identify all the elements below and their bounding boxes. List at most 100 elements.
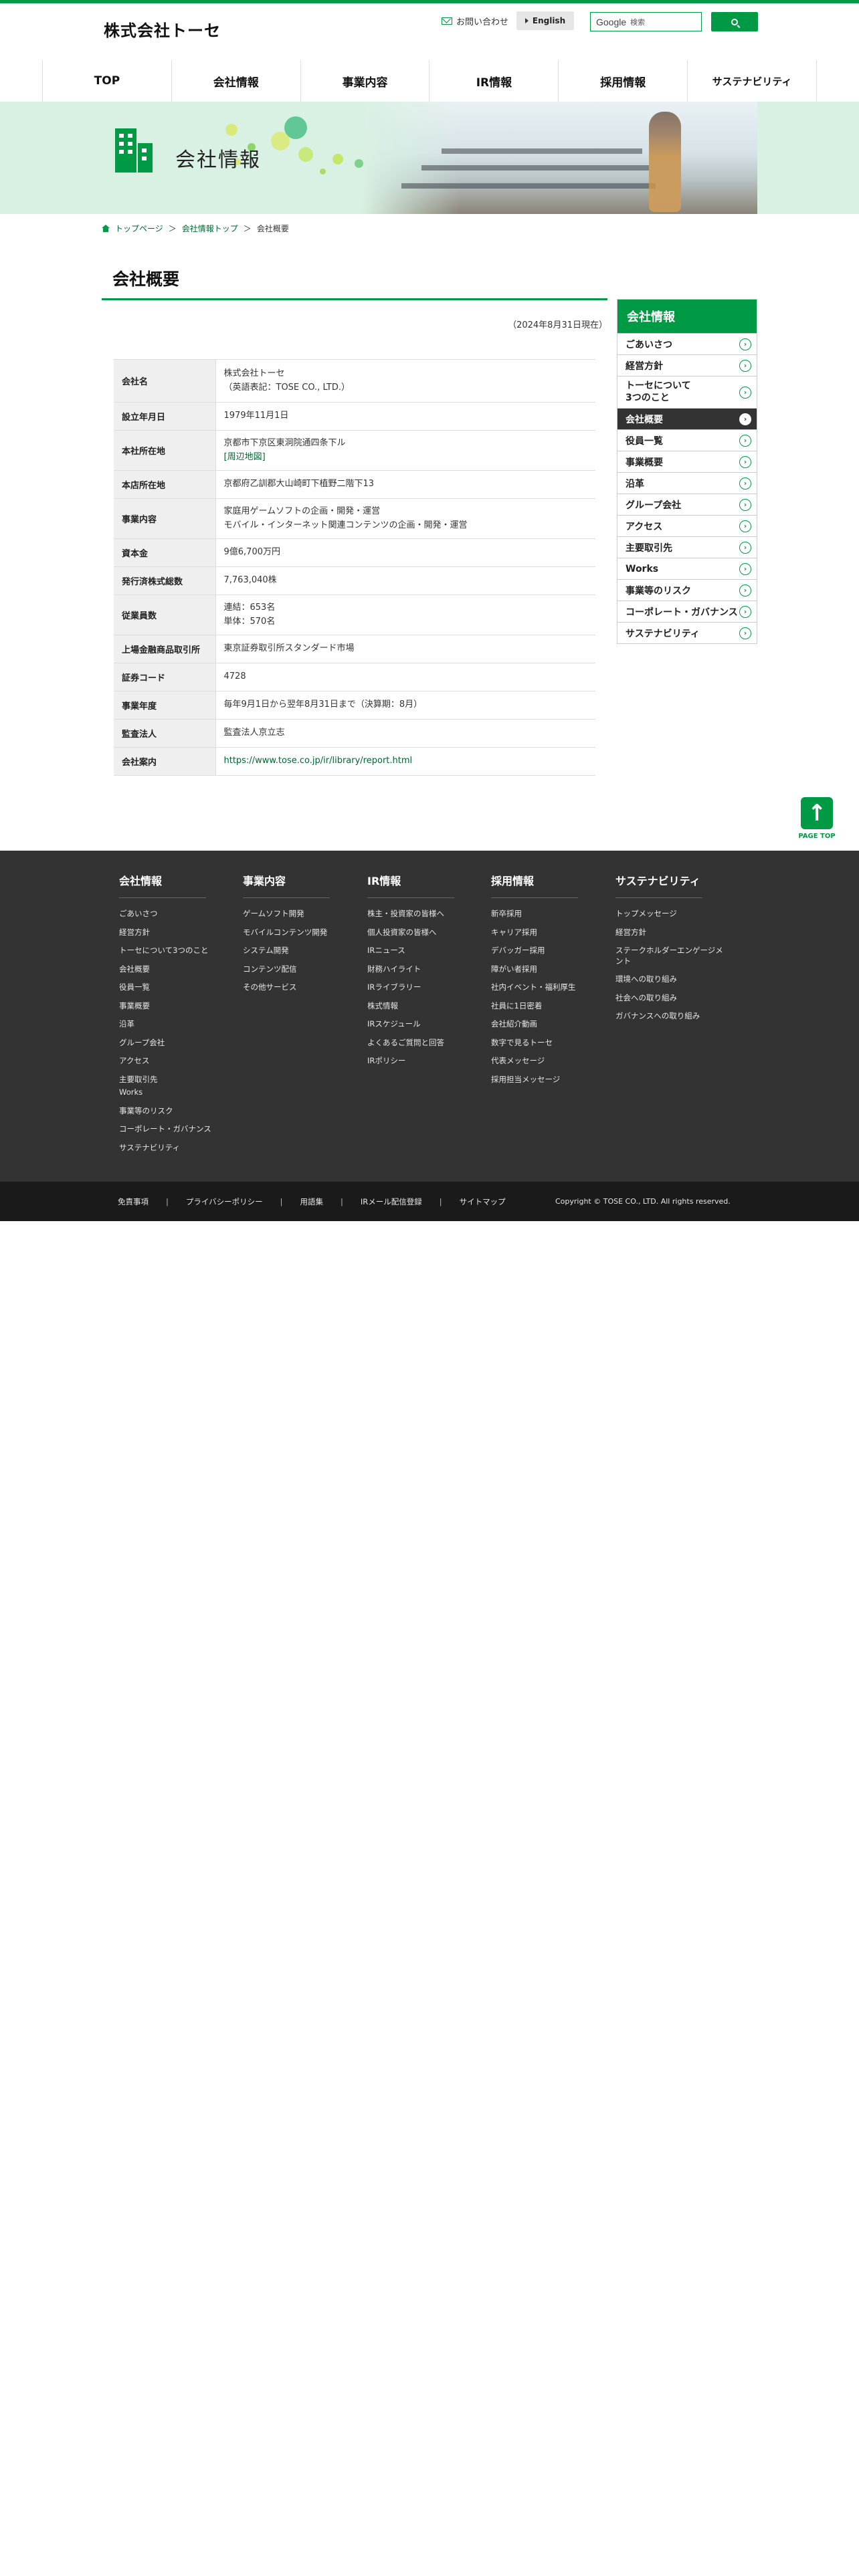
row-label: 事業内容 xyxy=(114,498,216,539)
side-nav-item[interactable]: 役員一覧 › xyxy=(617,429,757,451)
side-nav-item[interactable]: ごあいさつ › xyxy=(617,333,757,354)
side-nav-item[interactable]: 沿革 › xyxy=(617,472,757,494)
value-line: 家庭用ゲームソフトの企画・開発・運営 xyxy=(223,506,381,517)
side-nav-item[interactable]: 事業等のリスク › xyxy=(617,579,757,601)
footer-link[interactable]: トップメッセージ xyxy=(615,909,729,920)
table-row: 発行済株式総数 7,763,040株 xyxy=(114,566,595,595)
footer-bottom-link[interactable]: IRメール配信登録 xyxy=(361,1196,422,1207)
footer-column-title[interactable]: 会社情報 xyxy=(119,872,206,898)
row-link[interactable]: https://www.tose.co.jp/ir/library/report… xyxy=(224,754,588,768)
footer-link[interactable]: グループ会社 xyxy=(119,1038,233,1049)
page-top-button[interactable]: ↑ PAGE TOP xyxy=(798,797,836,844)
chevron-right-icon: › xyxy=(739,434,751,447)
side-nav-item[interactable]: グループ会社 › xyxy=(617,494,757,515)
side-nav-item-label: 会社概要 xyxy=(626,414,663,425)
side-nav-item[interactable]: 会社概要 › xyxy=(617,408,757,429)
side-nav-item[interactable]: コーポレート・ガバナンス › xyxy=(617,601,757,622)
footer-link[interactable]: 環境への取り組み xyxy=(615,974,729,985)
side-nav-item[interactable]: 経営方針 › xyxy=(617,354,757,376)
footer-link[interactable]: キャリア採用 xyxy=(491,928,605,938)
row-value: https://www.tose.co.jp/ir/library/report… xyxy=(215,747,595,776)
footer-link[interactable]: システム開発 xyxy=(243,946,357,956)
gnav-business[interactable]: 事業内容 xyxy=(301,60,430,102)
footer-link[interactable]: よくあるご質問と回答 xyxy=(367,1038,481,1049)
footer-bottom-link[interactable]: サイトマップ xyxy=(460,1196,506,1207)
footer-link[interactable]: 代表メッセージ xyxy=(491,1056,605,1067)
footer-link[interactable]: 沿革 xyxy=(119,1019,233,1030)
side-nav-item[interactable]: 主要取引先 › xyxy=(617,536,757,558)
footer-link[interactable]: 主要取引先 xyxy=(119,1075,233,1085)
footer-link[interactable]: IRライブラリー xyxy=(367,982,481,993)
footer-link[interactable]: その他サービス xyxy=(243,982,357,993)
gnav-company[interactable]: 会社情報 xyxy=(172,60,301,102)
footer-link[interactable]: 事業概要 xyxy=(119,1001,233,1012)
table-row: 資本金 9億6,700万円 xyxy=(114,538,595,567)
gnav-recruit[interactable]: 採用情報 xyxy=(559,60,688,102)
footer-link[interactable]: 会社紹介動画 xyxy=(491,1019,605,1030)
footer-column-title[interactable]: IR情報 xyxy=(367,872,454,898)
footer-link[interactable]: 財務ハイライト xyxy=(367,964,481,975)
footer-column-title[interactable]: 事業内容 xyxy=(243,872,330,898)
footer-link[interactable]: IRニュース xyxy=(367,946,481,956)
footer-link[interactable]: モバイルコンテンツ開発 xyxy=(243,928,357,938)
footer-link[interactable]: 経営方針 xyxy=(615,928,729,938)
footer-link[interactable]: 会社概要 xyxy=(119,964,233,975)
gnav-ir[interactable]: IR情報 xyxy=(430,60,559,102)
side-nav-item-label: 主要取引先 xyxy=(626,542,672,554)
breadcrumb-parent[interactable]: 会社情報トップ xyxy=(182,223,238,234)
footer-link[interactable]: 社員に1日密着 xyxy=(491,1001,605,1012)
breadcrumb-home[interactable]: トップページ xyxy=(115,223,163,234)
chevron-right-icon: › xyxy=(739,477,751,490)
search-button[interactable] xyxy=(711,12,758,31)
footer-link[interactable]: 経営方針 xyxy=(119,928,233,938)
side-nav-item-label: グループ会社 xyxy=(626,500,682,511)
search-input[interactable]: Google 検索 xyxy=(590,12,702,31)
footer-link[interactable]: 株主・投資家の皆様へ xyxy=(367,909,481,920)
footer-link[interactable]: 役員一覧 xyxy=(119,982,233,993)
footer-link[interactable]: ごあいさつ xyxy=(119,909,233,920)
footer-link[interactable]: 障がい者採用 xyxy=(491,964,605,975)
english-button[interactable]: English xyxy=(516,11,574,30)
footer-link[interactable]: 採用担当メッセージ xyxy=(491,1075,605,1085)
row-link[interactable]: [周辺地図] xyxy=(224,451,588,464)
footer-link[interactable]: 社会への取り組み xyxy=(615,993,729,1004)
footer-link[interactable]: コーポレート・ガバナンス xyxy=(119,1124,233,1135)
company-logo[interactable]: 株式会社トーセ xyxy=(104,17,221,41)
footer-link[interactable]: 株式情報 xyxy=(367,1001,481,1012)
footer-link[interactable]: トーセについて3つのこと xyxy=(119,946,233,956)
footer-link[interactable]: Works xyxy=(119,1087,233,1098)
footer-link[interactable]: デバッガー採用 xyxy=(491,946,605,956)
footer-link[interactable]: ガバナンスへの取り組み xyxy=(615,1011,729,1022)
footer-link[interactable]: 社内イベント・福利厚生 xyxy=(491,982,605,993)
side-nav-item[interactable]: トーセについて 3つのこと › xyxy=(617,376,757,408)
side-nav-item[interactable]: Works › xyxy=(617,558,757,579)
footer-link[interactable]: 事業等のリスク xyxy=(119,1106,233,1117)
side-nav-item-label: ごあいさつ xyxy=(626,339,672,350)
side-nav-item[interactable]: サステナビリティ › xyxy=(617,622,757,643)
gnav-sustainability[interactable]: サステナビリティ xyxy=(688,60,817,102)
side-nav-item[interactable]: アクセス › xyxy=(617,515,757,536)
gnav-top[interactable]: TOP xyxy=(43,60,172,102)
footer-link[interactable]: IRスケジュール xyxy=(367,1019,481,1030)
side-nav-item[interactable]: 事業概要 › xyxy=(617,451,757,472)
side-nav-item-label: コーポレート・ガバナンス xyxy=(626,607,738,618)
value-line: 4728 xyxy=(223,671,246,682)
footer-link[interactable]: 数字で見るトーセ xyxy=(491,1038,605,1049)
footer-link[interactable]: ステークホルダーエンゲージメント xyxy=(615,946,729,966)
global-nav: TOP 会社情報 事業内容 IR情報 採用情報 サステナビリティ xyxy=(42,60,817,102)
footer-bottom-link[interactable]: 免責事項 xyxy=(118,1196,149,1207)
footer-bottom-link[interactable]: プライバシーポリシー xyxy=(186,1196,263,1207)
footer-link[interactable]: アクセス xyxy=(119,1056,233,1067)
footer-link[interactable]: 新卒採用 xyxy=(491,909,605,920)
footer-link[interactable]: サステナビリティ xyxy=(119,1143,233,1154)
contact-link[interactable]: お問い合わせ xyxy=(442,15,508,27)
footer-column-title[interactable]: サステナビリティ xyxy=(615,872,702,898)
value-line: 7,763,040株 xyxy=(223,575,277,586)
footer-link[interactable]: IRポリシー xyxy=(367,1056,481,1067)
footer-link[interactable]: ゲームソフト開発 xyxy=(243,909,357,920)
footer-link[interactable]: コンテンツ配信 xyxy=(243,964,357,975)
footer-column-title[interactable]: 採用情報 xyxy=(491,872,578,898)
footer-bottom-link[interactable]: 用語集 xyxy=(300,1196,324,1207)
footer-link[interactable]: 個人投資家の皆様へ xyxy=(367,928,481,938)
side-nav-item-label: サステナビリティ xyxy=(626,628,700,639)
